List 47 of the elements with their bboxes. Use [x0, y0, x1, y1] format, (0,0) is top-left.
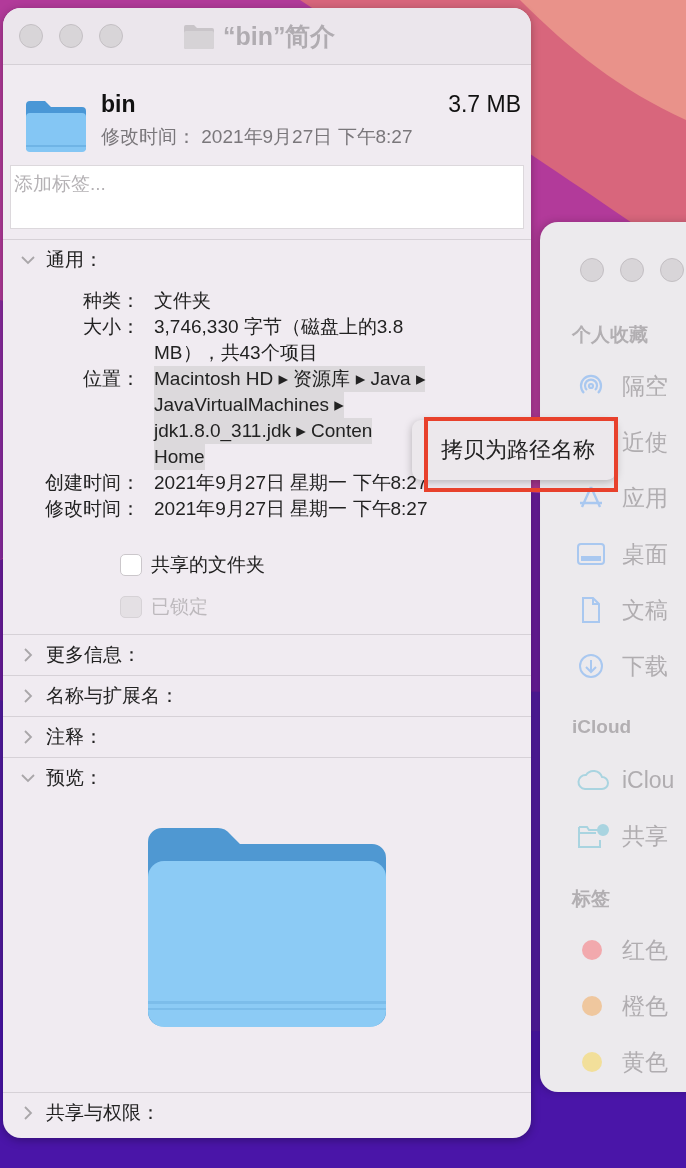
field-value: 2021年9月27日 星期一 下午8:27: [154, 497, 428, 521]
section-title[interactable]: 预览：: [46, 765, 103, 791]
sidebar-heading: 标签: [572, 887, 611, 911]
sidebar-heading: iCloud: [572, 716, 633, 739]
window-control[interactable]: [99, 24, 123, 48]
field-label: 大小：: [82, 315, 140, 339]
field-label: 修改时间：: [44, 497, 140, 521]
section-title[interactable]: 名称与扩展名：: [46, 683, 179, 709]
sidebar-item[interactable]: 红色: [622, 934, 668, 966]
field-value: 3,746,330 字节（磁盘上的3.8 MB），共43个项目: [154, 315, 404, 365]
field-value: 文件夹: [154, 289, 211, 313]
sidebar-item[interactable]: 桌面: [622, 538, 668, 570]
window-control[interactable]: [580, 258, 604, 282]
tags-field[interactable]: 添加标签...: [10, 165, 524, 229]
window-control[interactable]: [660, 258, 684, 282]
section-title[interactable]: 共享与权限：: [46, 1100, 160, 1126]
section-title[interactable]: 注释：: [46, 724, 103, 750]
window-control[interactable]: [19, 24, 43, 48]
field-value: Macintosh HD ▸ 资源库 ▸ Java ▸ JavaVirtualMachines ▸ jdk1.8.0_311.jdk ▸ Conten Home: [154, 366, 426, 470]
sidebar-item[interactable]: iClou: [622, 766, 675, 794]
sidebar-item[interactable]: 近使: [622, 426, 668, 458]
menu-item[interactable]: 拷贝为路径名称: [441, 435, 595, 465]
field-label: 位置：: [82, 367, 140, 391]
sidebar-heading: 个人收藏: [572, 323, 649, 347]
section-title[interactable]: 通用：: [46, 247, 103, 273]
window-control[interactable]: [59, 24, 83, 48]
file-name: bin: [101, 91, 136, 118]
checkbox[interactable]: [120, 554, 142, 576]
sidebar-item[interactable]: 共享: [622, 820, 668, 852]
section-title[interactable]: 更多信息：: [46, 642, 141, 668]
file-size: 3.7 MB: [448, 91, 521, 118]
sidebar-item[interactable]: 下载: [622, 650, 668, 682]
folder-icon: [25, 99, 87, 153]
modified-date: 修改时间： 2021年9月27日 下午8:27: [101, 125, 413, 149]
sidebar-item[interactable]: 隔空: [622, 370, 668, 402]
field-label: 种类：: [82, 289, 140, 313]
window-control[interactable]: [620, 258, 644, 282]
shared-folder-icon: [576, 821, 610, 851]
folder-icon: [183, 23, 215, 50]
sidebar-item[interactable]: 橙色: [622, 990, 668, 1022]
sidebar-item[interactable]: 文稿: [622, 594, 668, 626]
download-icon: [576, 651, 606, 681]
sidebar-item[interactable]: 黄色: [622, 1046, 668, 1078]
field-label: 创建时间：: [44, 471, 140, 495]
checkbox-label[interactable]: 共享的文件夹: [151, 552, 265, 578]
window-title: “bin”简介: [223, 21, 336, 52]
sidebar-item[interactable]: 应用: [622, 482, 668, 514]
